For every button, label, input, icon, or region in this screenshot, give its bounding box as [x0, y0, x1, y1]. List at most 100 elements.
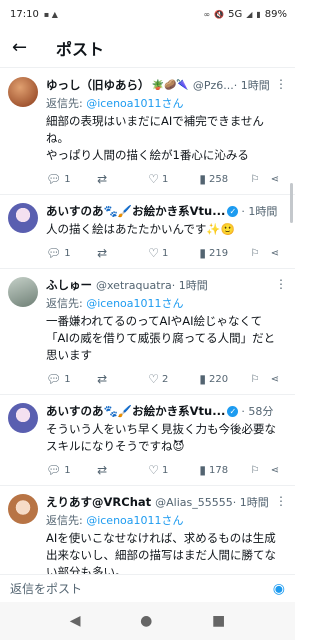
status-bar: 17:10 ▪ ▲ ∞ 🔇 5G ◢ ▮ 89%	[0, 0, 295, 28]
scrollbar-thumb[interactable]	[290, 183, 293, 223]
reply-tweet[interactable]: ゆっし（旧ゆあら） 🪴🥔🌂 @Pz6... · 1時間 返信先: @icenoa…	[0, 69, 295, 195]
author-name[interactable]: えりあす@VRChat	[46, 494, 151, 510]
post-time[interactable]: · 1時間	[233, 494, 269, 510]
action-bar: 💬︎ 1 ⇄ ♡ 1 ▮ 258 ⚐ ⋖	[46, 164, 285, 194]
heart-icon: ♡	[148, 372, 160, 386]
like-button[interactable]: ♡ 1	[148, 246, 188, 260]
back-nav-icon[interactable]: ◀	[70, 613, 81, 629]
avatar[interactable]	[8, 277, 38, 307]
author-name[interactable]: ゆっし（旧ゆあら）	[46, 77, 150, 93]
post-text: AIを使いこなせなければ、求めるものは生成出来ないし、細部の描写はまだ人間に勝て…	[46, 531, 276, 574]
avatar[interactable]	[8, 77, 38, 107]
retweet-icon: ⇄	[97, 372, 108, 386]
reply-prefix: 返信先:	[46, 97, 87, 110]
bookmark-icon[interactable]: ⚐	[251, 248, 260, 259]
retweet-button[interactable]: ⇄	[97, 172, 137, 186]
reply-tweet[interactable]: あいすのあ🐾🖌️お絵かき系Vtu... ✓ · 1時間 人の描く絵はあたたかいん…	[0, 195, 295, 269]
arrow-left-icon[interactable]: ←	[12, 37, 40, 58]
like-button[interactable]: ♡ 1	[148, 172, 188, 186]
replies-feed[interactable]: ゆっし（旧ゆあら） 🪴🥔🌂 @Pz6... · 1時間 返信先: @icenoa…	[0, 69, 295, 574]
reply-button[interactable]: 💬︎ 1	[46, 463, 86, 477]
author-handle[interactable]: @Alias_55555	[155, 496, 233, 509]
reply-button[interactable]: 💬︎ 1	[46, 246, 86, 260]
reply-button[interactable]: 💬︎ 1	[46, 372, 86, 386]
notification-icons: ▪ ▲	[43, 9, 58, 19]
page-title: ポスト	[56, 39, 105, 59]
bookmark-icon[interactable]: ⚐	[251, 174, 260, 185]
views-button[interactable]: ▮ 258	[199, 172, 239, 186]
author-name[interactable]: あいすのあ🐾🖌️お絵かき系Vtu...	[46, 203, 225, 219]
action-bar: 💬︎ 1 ⇄ ♡ 1 ▮ 219 ⚐ ⋖	[46, 238, 285, 268]
retweet-icon: ⇄	[97, 172, 108, 186]
avatar[interactable]	[8, 403, 38, 433]
more-options-icon[interactable]: ⋮	[275, 77, 287, 91]
speech-bubble-icon: 💬︎	[46, 372, 62, 386]
reply-tweet[interactable]: えりあす@VRChat @Alias_55555 · 1時間 返信先: @ice…	[0, 486, 295, 574]
views-button[interactable]: ▮ 219	[199, 246, 239, 260]
author-handle[interactable]: @Pz6...	[193, 79, 234, 92]
battery-level: 89%	[264, 8, 287, 20]
author-handle[interactable]: @xetraquatra	[96, 279, 172, 292]
bar-chart-icon: ▮	[199, 372, 206, 386]
author-name[interactable]: あいすのあ🐾🖌️お絵かき系Vtu...	[46, 403, 225, 419]
page-header: ← ポスト	[0, 28, 295, 68]
reply-mention[interactable]: @icenoa1011さん	[86, 97, 183, 110]
views-button[interactable]: ▮ 220	[199, 372, 239, 386]
share-icon[interactable]: ⋖	[271, 248, 279, 259]
more-options-icon[interactable]: ⋮	[275, 277, 287, 291]
recents-nav-icon[interactable]: ■	[212, 613, 225, 629]
mute-icon: 🔇	[214, 9, 225, 19]
reply-context: 返信先: @icenoa1011さん	[46, 512, 285, 528]
system-nav-bar: ◀ ● ■	[0, 602, 295, 640]
home-nav-icon[interactable]: ●	[140, 613, 152, 629]
like-count: 1	[162, 247, 169, 259]
bar-chart-icon: ▮	[199, 172, 206, 186]
battery-icon: ▮	[256, 9, 261, 19]
reply-count: 1	[64, 247, 71, 259]
post-time[interactable]: · 1時間	[241, 203, 277, 219]
heart-icon: ♡	[148, 172, 160, 186]
share-icon[interactable]: ⋖	[271, 465, 279, 476]
view-count: 178	[208, 464, 229, 476]
like-button[interactable]: ♡ 2	[148, 372, 188, 386]
view-count: 258	[208, 173, 229, 185]
retweet-button[interactable]: ⇄	[97, 246, 137, 260]
speech-bubble-icon: 💬︎	[46, 246, 62, 260]
post-time[interactable]: · 1時間	[172, 277, 208, 293]
reply-button[interactable]: 💬︎ 1	[46, 172, 86, 186]
retweet-button[interactable]: ⇄	[97, 372, 137, 386]
author-emoji: 🪴🥔🌂	[151, 79, 189, 91]
avatar[interactable]	[8, 203, 38, 233]
speech-bubble-icon: 💬︎	[46, 172, 62, 186]
camera-icon[interactable]: ◉	[273, 581, 285, 597]
retweet-button[interactable]: ⇄	[97, 463, 137, 477]
reply-context: 返信先: @icenoa1011さん	[46, 95, 285, 111]
reply-count: 1	[64, 373, 71, 385]
retweet-icon: ⇄	[97, 463, 108, 477]
share-icon[interactable]: ⋖	[271, 374, 279, 385]
avatar[interactable]	[8, 494, 38, 524]
view-count: 219	[208, 247, 229, 259]
reply-composer[interactable]: 返信をポスト ◉	[0, 574, 295, 602]
like-button[interactable]: ♡ 1	[148, 463, 188, 477]
more-options-icon[interactable]: ⋮	[275, 494, 287, 508]
views-button[interactable]: ▮ 178	[199, 463, 239, 477]
bookmark-icon[interactable]: ⚐	[251, 465, 260, 476]
bar-chart-icon: ▮	[199, 463, 206, 477]
verified-badge-icon: ✓	[227, 205, 239, 217]
reply-tweet[interactable]: ふしゅー @xetraquatra · 1時間 返信先: @icenoa1011…	[0, 269, 295, 395]
post-time[interactable]: · 1時間	[234, 77, 270, 93]
verified-badge-icon: ✓	[227, 405, 239, 417]
heart-icon: ♡	[148, 246, 160, 260]
reply-mention[interactable]: @icenoa1011さん	[86, 514, 183, 527]
author-name[interactable]: ふしゅー	[46, 277, 92, 293]
like-count: 1	[162, 464, 169, 476]
like-count: 1	[162, 173, 169, 185]
reply-mention[interactable]: @icenoa1011さん	[86, 297, 183, 310]
reply-tweet[interactable]: あいすのあ🐾🖌️お絵かき系Vtu... ✓ · 58分 そういう人をいち早く見抜…	[0, 395, 295, 486]
post-time[interactable]: · 58分	[241, 403, 273, 419]
bar-chart-icon: ▮	[199, 246, 206, 260]
share-icon[interactable]: ⋖	[271, 174, 279, 185]
reply-input[interactable]: 返信をポスト	[10, 580, 82, 597]
bookmark-icon[interactable]: ⚐	[251, 374, 260, 385]
